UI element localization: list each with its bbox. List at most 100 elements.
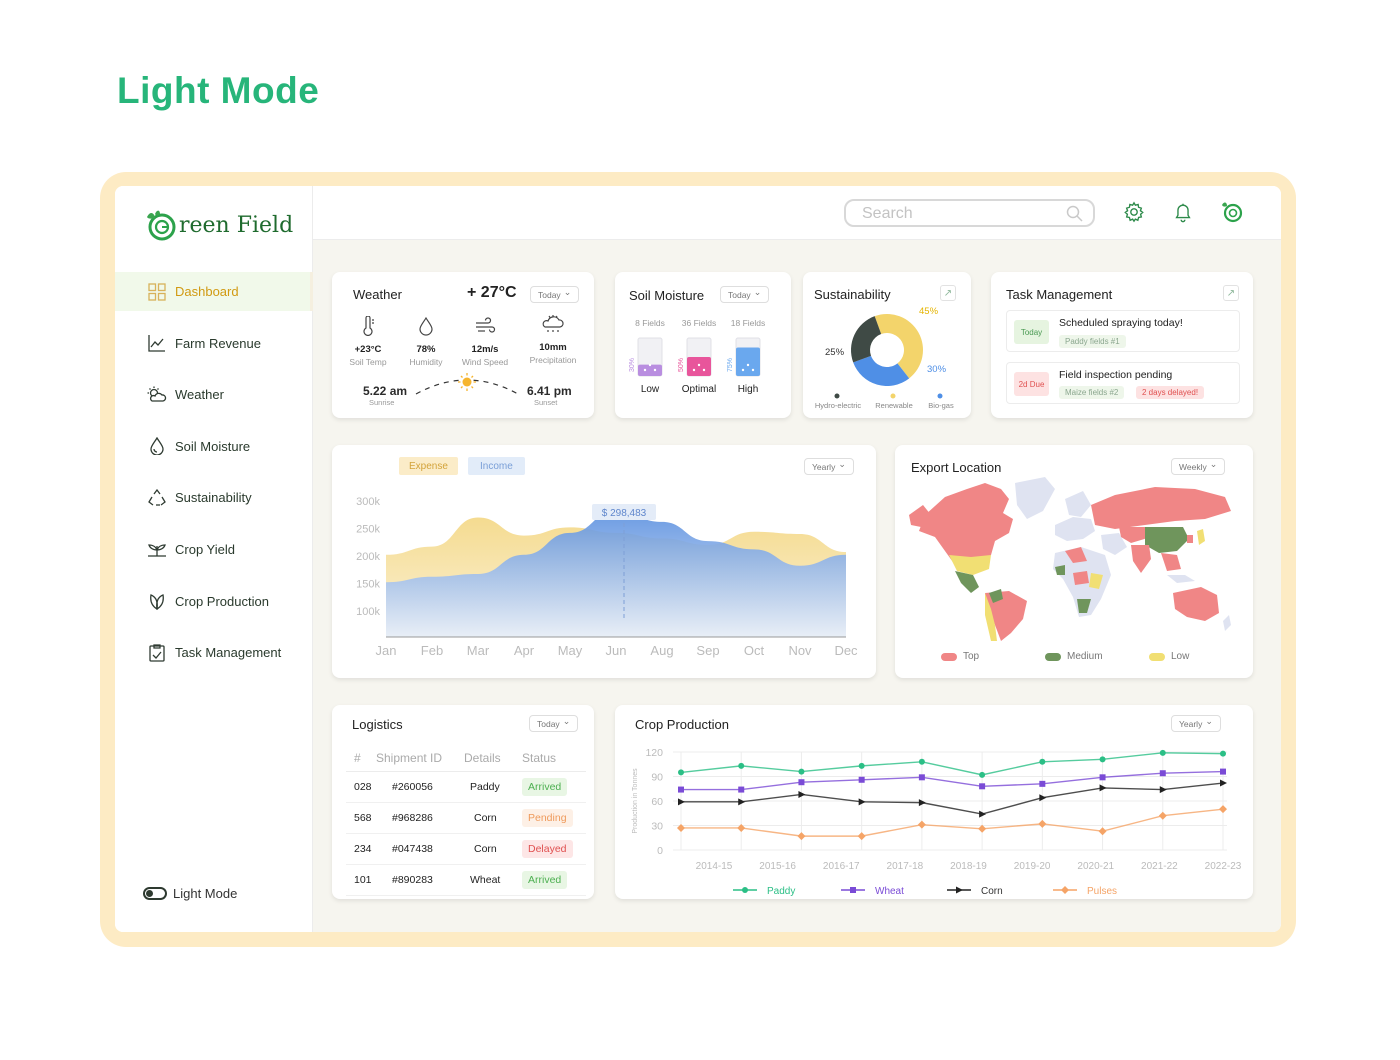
soil-level-label: Optimal [682, 384, 716, 395]
data-point[interactable] [1220, 750, 1226, 757]
data-point[interactable] [738, 786, 745, 793]
data-point[interactable] [1039, 780, 1046, 787]
table-row[interactable]: 028 #260056 Paddy Arrived [346, 771, 586, 803]
data-point[interactable] [1039, 794, 1047, 802]
beaker-fill [638, 364, 662, 376]
sidebar-item-crop-yield[interactable]: Crop Yield [115, 530, 313, 569]
data-point[interactable] [857, 832, 866, 841]
sidebar-item-dashboard[interactable]: Dashboard [115, 272, 313, 311]
col-shipment-id: Shipment ID [376, 745, 464, 772]
table-row[interactable]: 234 #047438 Corn Delayed [346, 833, 586, 865]
x-tick-label: 2022-23 [1205, 861, 1242, 872]
data-point[interactable] [738, 762, 745, 769]
export-range-dropdown[interactable]: Weekly [1171, 458, 1226, 475]
logistics-range-dropdown[interactable]: Today [529, 715, 579, 732]
data-point[interactable] [1039, 758, 1046, 765]
weather-card: Weather + 27°C Today +23°C Soil Temp 78%… [332, 272, 594, 418]
legend-marker[interactable] [742, 887, 748, 893]
task-item[interactable]: 2d Due Field inspection pending Maize fi… [1006, 362, 1240, 404]
task-management-card: Task Management ↗ Today Scheduled sprayi… [991, 272, 1253, 418]
soil-pct-label: 50% [678, 358, 685, 372]
data-point[interactable] [1098, 827, 1107, 836]
sidebar-item-farm-revenue[interactable]: Farm Revenue [115, 324, 313, 363]
legend-marker[interactable] [1061, 886, 1069, 894]
data-point[interactable] [1099, 774, 1106, 781]
brand-logo[interactable]: reen Field [143, 208, 293, 242]
data-point[interactable] [678, 769, 684, 776]
data-point[interactable] [979, 783, 986, 790]
y-tick-label: 60 [651, 796, 663, 808]
y-tick-label: 150k [356, 579, 380, 591]
sidebar-item-crop-production[interactable]: Crop Production [115, 582, 313, 621]
data-point[interactable] [858, 762, 865, 769]
data-point[interactable] [1220, 768, 1226, 775]
soil-range-dropdown[interactable]: Today [720, 286, 770, 303]
grid-icon [147, 282, 167, 302]
expand-icon[interactable]: ↗ [1223, 285, 1239, 301]
expand-icon[interactable]: ↗ [940, 285, 956, 301]
soil-level-label: Low [641, 384, 660, 395]
mode-toggle[interactable]: Light Mode [143, 886, 237, 901]
gear-icon[interactable] [1122, 200, 1146, 224]
data-point[interactable] [678, 786, 684, 793]
data-point[interactable] [1159, 749, 1166, 756]
data-point[interactable] [1158, 811, 1167, 820]
data-point[interactable] [918, 774, 925, 781]
data-point[interactable] [1038, 819, 1047, 828]
sidebar-item-soil-moisture[interactable]: Soil Moisture [115, 427, 313, 466]
sidebar-item-label: Weather [175, 387, 224, 403]
sidebar-item-weather[interactable]: Weather [115, 375, 313, 414]
region-scandinavia [1065, 491, 1091, 517]
data-point[interactable] [1159, 770, 1166, 777]
data-point[interactable] [1159, 786, 1167, 794]
data-point[interactable] [918, 758, 925, 765]
table-row[interactable]: 568 #968286 Corn Pending [346, 802, 586, 834]
data-point[interactable] [738, 798, 746, 806]
donut-slice[interactable] [851, 316, 882, 363]
data-point[interactable] [1099, 756, 1106, 763]
logistics-title: Logistics [352, 717, 403, 732]
x-tick-label: Oct [744, 643, 765, 658]
toggle-switch[interactable] [143, 887, 167, 900]
data-point[interactable] [918, 799, 926, 807]
recycle-icon [147, 488, 167, 508]
sidebar-item-task-management[interactable]: Task Management [115, 633, 313, 672]
legend-marker[interactable] [956, 886, 963, 894]
data-point[interactable] [858, 776, 865, 783]
sidebar: reen Field Dashboard Farm Revenue Weathe… [115, 186, 313, 932]
leaf-icon [147, 591, 167, 611]
data-point[interactable] [917, 820, 926, 829]
task-item[interactable]: Today Scheduled spraying today! Paddy fi… [1006, 310, 1240, 352]
bubble [643, 368, 647, 372]
status-badge: Arrived [522, 870, 568, 889]
region-russia [1091, 487, 1231, 529]
data-point[interactable] [798, 768, 805, 775]
status-badge: Pending [522, 808, 573, 827]
legend-marker[interactable] [850, 887, 856, 893]
weather-title: Weather [353, 287, 402, 302]
data-point[interactable] [798, 790, 806, 798]
wind-icon [476, 317, 496, 333]
series-line-wheat [681, 770, 1224, 791]
y-tick-label: 250k [356, 524, 380, 536]
data-point[interactable] [979, 771, 986, 778]
search-input[interactable]: Search [844, 199, 1095, 227]
bell-icon[interactable] [1171, 200, 1195, 224]
y-tick-label: 30 [651, 821, 663, 833]
search-icon[interactable] [1066, 205, 1083, 227]
bubble [697, 363, 701, 367]
weather-stat-wind: 12m/s Wind Speed [457, 316, 513, 367]
data-point[interactable] [1219, 805, 1227, 814]
soil-fields-label: 8 Fields [635, 318, 665, 328]
x-tick-label: 2017-18 [887, 861, 924, 872]
legend-label: Corn [981, 886, 1003, 897]
data-point[interactable] [797, 832, 806, 841]
legend-dot [834, 393, 840, 399]
task-tag: Maize fields #2 [1059, 386, 1125, 399]
avatar[interactable] [1220, 200, 1244, 224]
table-row[interactable]: 101 #890283 Wheat Arrived [346, 864, 586, 896]
data-point[interactable] [858, 798, 866, 806]
weather-range-dropdown[interactable]: Today [530, 286, 580, 303]
sidebar-item-sustainability[interactable]: Sustainability [115, 478, 313, 517]
data-point[interactable] [798, 779, 805, 786]
